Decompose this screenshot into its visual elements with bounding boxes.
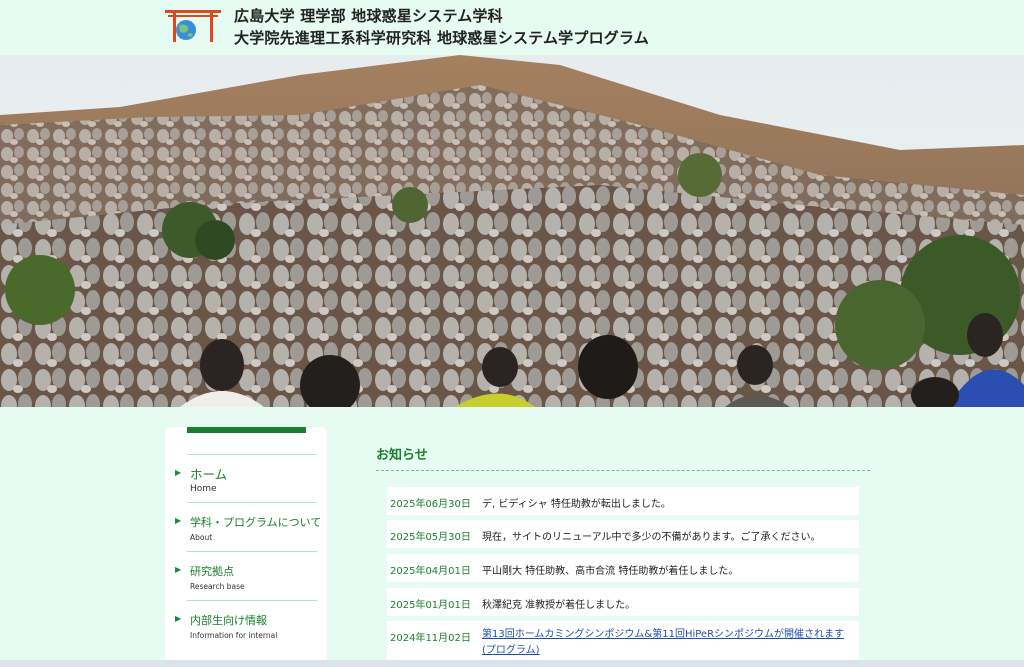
sidebar-item-internal-info[interactable]: ▶ 内部生向け情報 Information for internal (175, 600, 317, 650)
bottom-scroll-strip (0, 660, 1024, 667)
notice-item: 2025年01月01日 秋澤紀克 准教授が着任しました。 (387, 588, 859, 616)
sidebar-accent-bar (187, 427, 306, 433)
triangle-right-icon: ▶ (175, 565, 182, 574)
notice-text: デ, ビディシャ 特任助教が転出しました。 (482, 499, 671, 510)
torii-globe-icon[interactable] (164, 8, 222, 42)
site-header: 広島大学 理学部 地球惑星システム学科 大学院先進理工系科学研究科 地球惑星シス… (0, 0, 1024, 55)
triangle-right-icon: ▶ (175, 614, 182, 623)
notice-item: 2025年04月01日 平山剛大 特任助教、高市合流 特任助教が着任しました。 (387, 554, 859, 582)
notice-text: 平山剛大 特任助教、高市合流 特任助教が着任しました。 (482, 566, 739, 577)
sidebar-item-sublabel: Home (190, 484, 217, 494)
notice-item: 2025年05月30日 現在，サイトのリニューアル中で多少の不備があります。ご了… (387, 520, 859, 548)
sidebar-item-label: 内部生向け情報 (190, 614, 267, 627)
sidebar-nav: ▶ ホーム Home ▶ 学科・プログラムについて About ▶ 研究拠点 R… (165, 427, 327, 667)
sidebar-item-sublabel: About (190, 533, 213, 542)
notice-date: 2024年11月02日 (390, 633, 471, 644)
sidebar-item-label: ホーム (190, 467, 228, 482)
notices-divider (376, 470, 870, 471)
notice-date: 2025年04月01日 (390, 566, 471, 577)
notice-text: 現在，サイトのリニューアル中で多少の不備があります。ご了承ください。 (482, 532, 821, 543)
site-title-line1: 広島大学 理学部 地球惑星システム学科 (234, 7, 503, 25)
sidebar-item-sublabel: Information for internal (190, 631, 278, 640)
sidebar-item-sublabel: Research base (190, 582, 245, 591)
sidebar-item-label: 研究拠点 (190, 565, 234, 578)
notice-item: 2025年06月30日 デ, ビディシャ 特任助教が転出しました。 (387, 487, 859, 515)
sidebar-item-research-base[interactable]: ▶ 研究拠点 Research base (175, 551, 317, 601)
hero-image (0, 55, 1024, 407)
notice-date: 2025年06月30日 (390, 499, 471, 510)
site-title-line2: 大学院先進理工系科学研究科 地球惑星システム学プログラム (234, 29, 649, 47)
notices-heading: お知らせ (376, 448, 428, 463)
notice-item: 2024年11月02日 第13回ホームカミングシンポジウム&第11回HiPeRシ… (387, 621, 859, 660)
sidebar-item-home[interactable]: ▶ ホーム Home (175, 454, 317, 504)
notice-date: 2025年05月30日 (390, 532, 471, 543)
notice-text: 秋澤紀克 准教授が着任しました。 (482, 600, 636, 611)
triangle-right-icon: ▶ (175, 468, 182, 477)
sidebar-item-about[interactable]: ▶ 学科・プログラムについて About (175, 502, 321, 552)
notice-date: 2025年01月01日 (390, 600, 471, 611)
notice-link[interactable]: 第13回ホームカミングシンポジウム&第11回HiPeRシンポジウムが開催されます… (482, 627, 852, 659)
triangle-right-icon: ▶ (175, 516, 182, 525)
sidebar-item-label: 学科・プログラムについて (190, 516, 322, 529)
